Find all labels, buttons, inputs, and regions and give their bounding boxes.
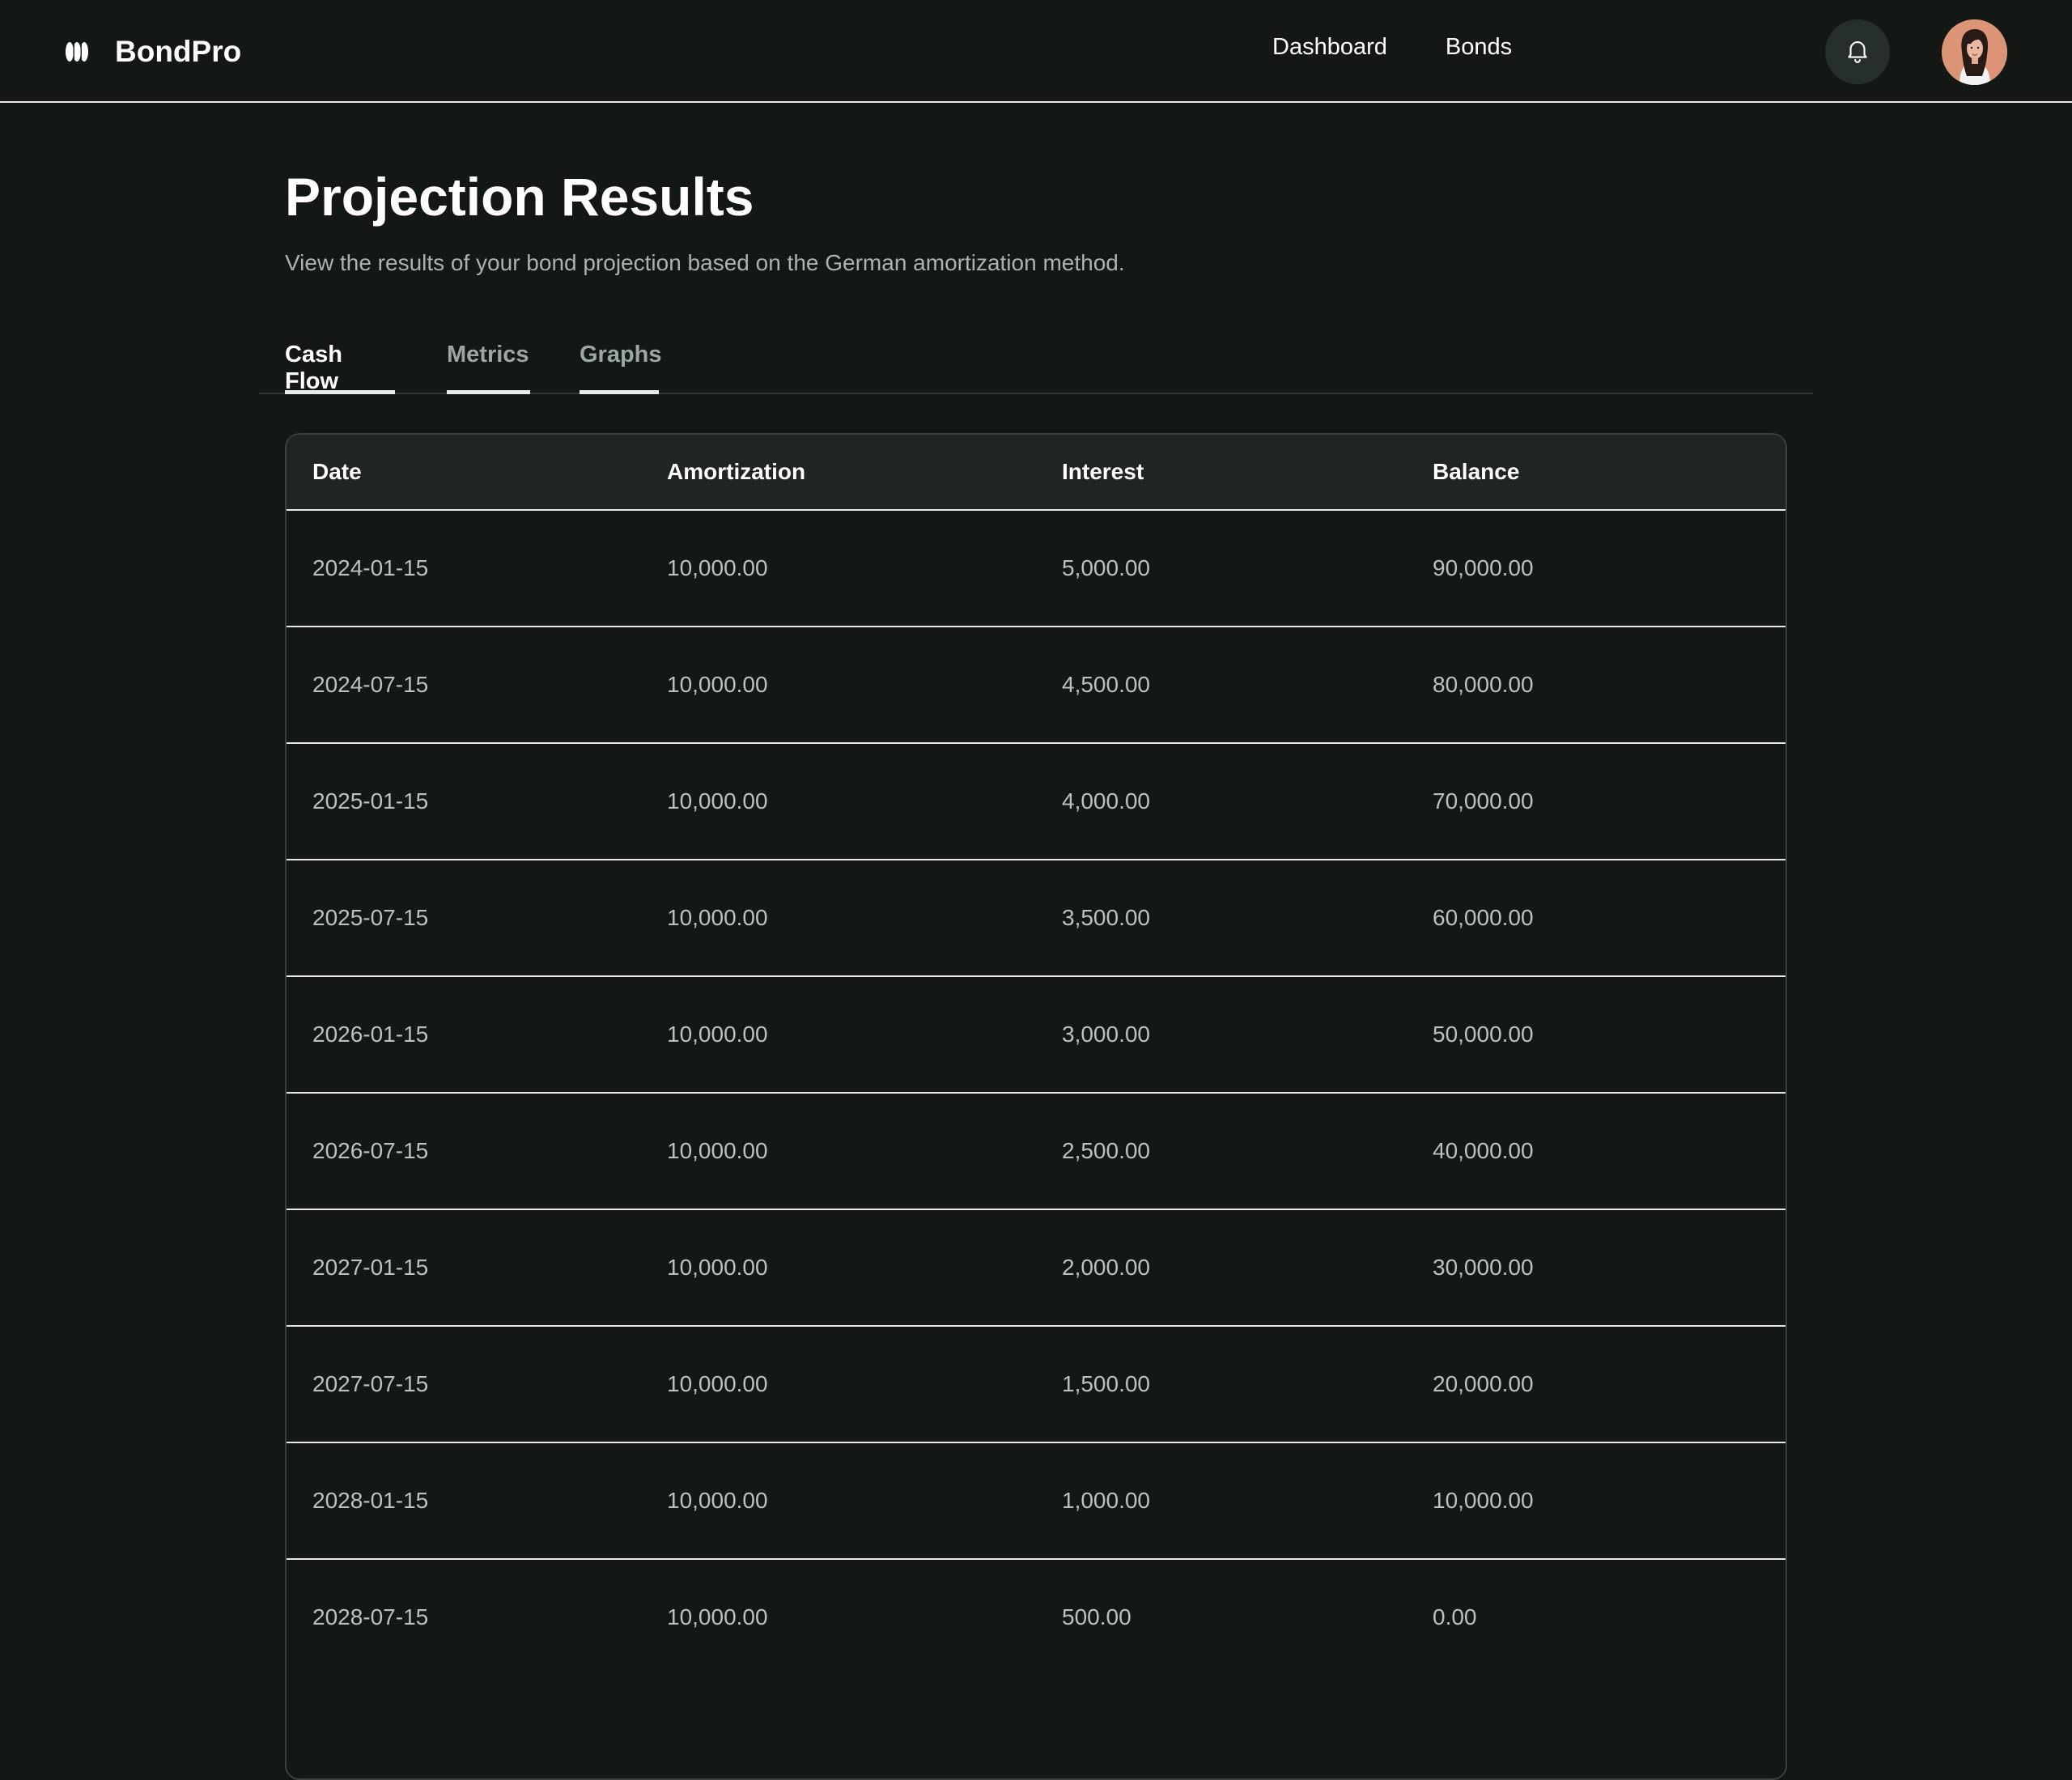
cell-interest: 2,000.00 <box>1036 1209 1407 1327</box>
table-row: 2026-01-15 10,000.00 3,000.00 50,000.00 <box>287 976 1785 1094</box>
results-tabs: Cash Flow Metrics Graphs <box>259 332 1813 394</box>
table-row: 2027-07-15 10,000.00 1,500.00 20,000.00 <box>287 1326 1785 1443</box>
table-row: 2028-01-15 10,000.00 1,000.00 10,000.00 <box>287 1442 1785 1560</box>
column-header-balance[interactable]: Balance <box>1407 435 1785 511</box>
cell-interest: 1,000.00 <box>1036 1442 1407 1560</box>
cell-amortization: 10,000.00 <box>641 1209 1036 1327</box>
nav-links: Dashboard Bonds <box>1272 34 1570 61</box>
cell-amortization: 10,000.00 <box>641 1442 1036 1560</box>
nav-link-bonds[interactable]: Bonds <box>1446 34 1512 61</box>
cell-interest: 500.00 <box>1062 1604 1132 1629</box>
cell-date: 2027-01-15 <box>287 1209 641 1327</box>
logo-icon <box>65 40 89 64</box>
cell-balance: 50,000.00 <box>1407 976 1785 1094</box>
cell-interest: 3,500.00 <box>1036 860 1407 977</box>
table-row: 2024-01-15 10,000.00 5,000.00 90,000.00 <box>287 510 1785 627</box>
cell-amortization: 10,000.00 <box>641 743 1036 860</box>
cell-amortization: 10,000.00 <box>641 627 1036 744</box>
cell-interest: 3,000.00 <box>1036 976 1407 1094</box>
tab-metrics[interactable]: Metrics <box>447 332 530 394</box>
cell-amortization: 10,000.00 <box>641 860 1036 977</box>
cell-date: 2027-07-15 <box>287 1326 641 1443</box>
cell-amortization: 10,000.00 <box>641 510 1036 627</box>
cell-interest: 4,000.00 <box>1036 743 1407 860</box>
brand-name: BondPro <box>115 35 242 68</box>
page-subtitle: View the results of your bond projection… <box>285 250 1125 275</box>
table-row: 2027-01-15 10,000.00 2,000.00 30,000.00 <box>287 1209 1785 1327</box>
table-row: 2025-01-15 10,000.00 4,000.00 70,000.00 <box>287 743 1785 860</box>
cell-balance: 0.00 <box>1433 1604 1477 1629</box>
tab-graphs[interactable]: Graphs <box>580 332 662 394</box>
cell-balance: 20,000.00 <box>1407 1326 1785 1443</box>
cell-date: 2028-01-15 <box>287 1442 641 1560</box>
nav-link-dashboard[interactable]: Dashboard <box>1272 34 1387 61</box>
page-title: Projection Results <box>285 167 754 227</box>
table-row: 2028-07-15 10,000.00 500.00 0.00 <box>287 1559 1785 1675</box>
cell-date: 2024-01-15 <box>287 510 641 627</box>
cell-interest: 5,000.00 <box>1036 510 1407 627</box>
cell-interest: 1,500.00 <box>1036 1326 1407 1443</box>
cell-balance: 40,000.00 <box>1407 1093 1785 1210</box>
table-header-row: Date Amortization Interest Balance <box>287 435 1785 511</box>
cell-balance: 70,000.00 <box>1407 743 1785 860</box>
top-navbar: BondPro Dashboard Bonds <box>0 0 2072 103</box>
cell-date: 2025-07-15 <box>287 860 641 977</box>
cell-balance: 30,000.00 <box>1407 1209 1785 1327</box>
column-header-date[interactable]: Date <box>287 435 641 511</box>
user-avatar[interactable] <box>1942 19 2007 85</box>
cell-date: 2026-07-15 <box>287 1093 641 1210</box>
cell-balance: 60,000.00 <box>1407 860 1785 977</box>
cell-amortization: 10,000.00 <box>641 976 1036 1094</box>
cell-date: 2024-07-15 <box>287 627 641 744</box>
cell-balance: 80,000.00 <box>1407 627 1785 744</box>
table-row: 2025-07-15 10,000.00 3,500.00 60,000.00 <box>287 860 1785 977</box>
table-row: 2026-07-15 10,000.00 2,500.00 40,000.00 <box>287 1093 1785 1210</box>
table-row: 2024-07-15 10,000.00 4,500.00 80,000.00 <box>287 627 1785 744</box>
brand[interactable]: BondPro <box>65 31 241 73</box>
cell-amortization: 10,000.00 <box>667 1604 768 1629</box>
tab-cash-flow[interactable]: Cash Flow <box>285 332 395 394</box>
notifications-button[interactable] <box>1825 19 1890 84</box>
column-header-amortization[interactable]: Amortization <box>641 435 1036 511</box>
cell-amortization: 10,000.00 <box>641 1093 1036 1210</box>
cell-date: 2025-01-15 <box>287 743 641 860</box>
cash-flow-table: Date Amortization Interest Balance 2024-… <box>285 433 1787 1780</box>
cell-balance: 10,000.00 <box>1407 1442 1785 1560</box>
cell-interest: 4,500.00 <box>1036 627 1407 744</box>
cell-date: 2028-07-15 <box>312 1604 429 1629</box>
cell-balance: 90,000.00 <box>1407 510 1785 627</box>
cell-date: 2026-01-15 <box>287 976 641 1094</box>
cell-amortization: 10,000.00 <box>641 1326 1036 1443</box>
cell-interest: 2,500.00 <box>1036 1093 1407 1210</box>
column-header-interest[interactable]: Interest <box>1036 435 1407 511</box>
bell-icon <box>1844 36 1871 68</box>
